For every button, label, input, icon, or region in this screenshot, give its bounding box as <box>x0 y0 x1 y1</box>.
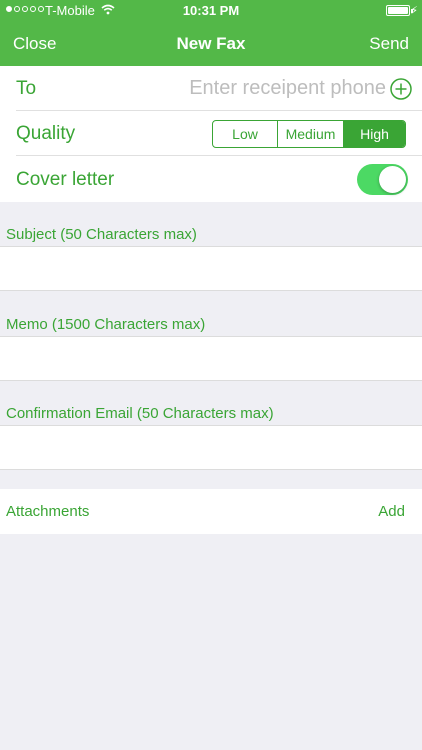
to-label: To <box>16 78 37 99</box>
cover-letter-toggle[interactable] <box>357 164 408 195</box>
recipient-phone-input[interactable] <box>150 75 386 101</box>
confirmation-email-input[interactable] <box>0 426 422 469</box>
to-row: To <box>0 66 422 111</box>
confirmation-email-section-label: Confirmation Email (50 Characters max) <box>6 405 274 422</box>
subject-section-label: Subject (50 Characters max) <box>6 226 197 243</box>
toggle-knob <box>379 166 406 193</box>
send-button[interactable]: Send <box>369 34 409 54</box>
status-bar: T-Mobile 10:31 PM ⚡︎ <box>0 0 422 22</box>
fax-options-form: To Quality Low Medium High Cover letter <box>0 66 422 202</box>
cover-letter-label: Cover letter <box>16 169 115 190</box>
quality-segmented-control: Low Medium High <box>212 120 406 148</box>
status-time: 10:31 PM <box>182 3 240 18</box>
page-title: New Fax <box>176 34 246 53</box>
quality-option-high[interactable]: High <box>343 121 405 147</box>
memo-field <box>0 336 422 381</box>
charging-icon: ⚡︎ <box>410 5 418 17</box>
subject-input[interactable] <box>0 247 422 290</box>
top-bar: T-Mobile 10:31 PM ⚡︎ Close New Fax Send <box>0 0 422 66</box>
subject-field <box>0 246 422 291</box>
confirmation-email-field <box>0 425 422 470</box>
navigation-bar: Close New Fax Send <box>0 22 422 66</box>
quality-option-medium[interactable]: Medium <box>277 121 343 147</box>
memo-input[interactable] <box>0 337 422 380</box>
add-recipient-icon[interactable] <box>390 78 412 100</box>
memo-section-label: Memo (1500 Characters max) <box>6 316 206 333</box>
attachments-row: Attachments Add <box>0 489 422 534</box>
add-attachment-button[interactable]: Add <box>378 503 405 520</box>
battery-icon <box>386 5 413 16</box>
close-button[interactable]: Close <box>13 34 56 54</box>
quality-option-low[interactable]: Low <box>213 121 277 147</box>
quality-label: Quality <box>16 123 76 144</box>
attachments-label: Attachments <box>6 503 90 520</box>
